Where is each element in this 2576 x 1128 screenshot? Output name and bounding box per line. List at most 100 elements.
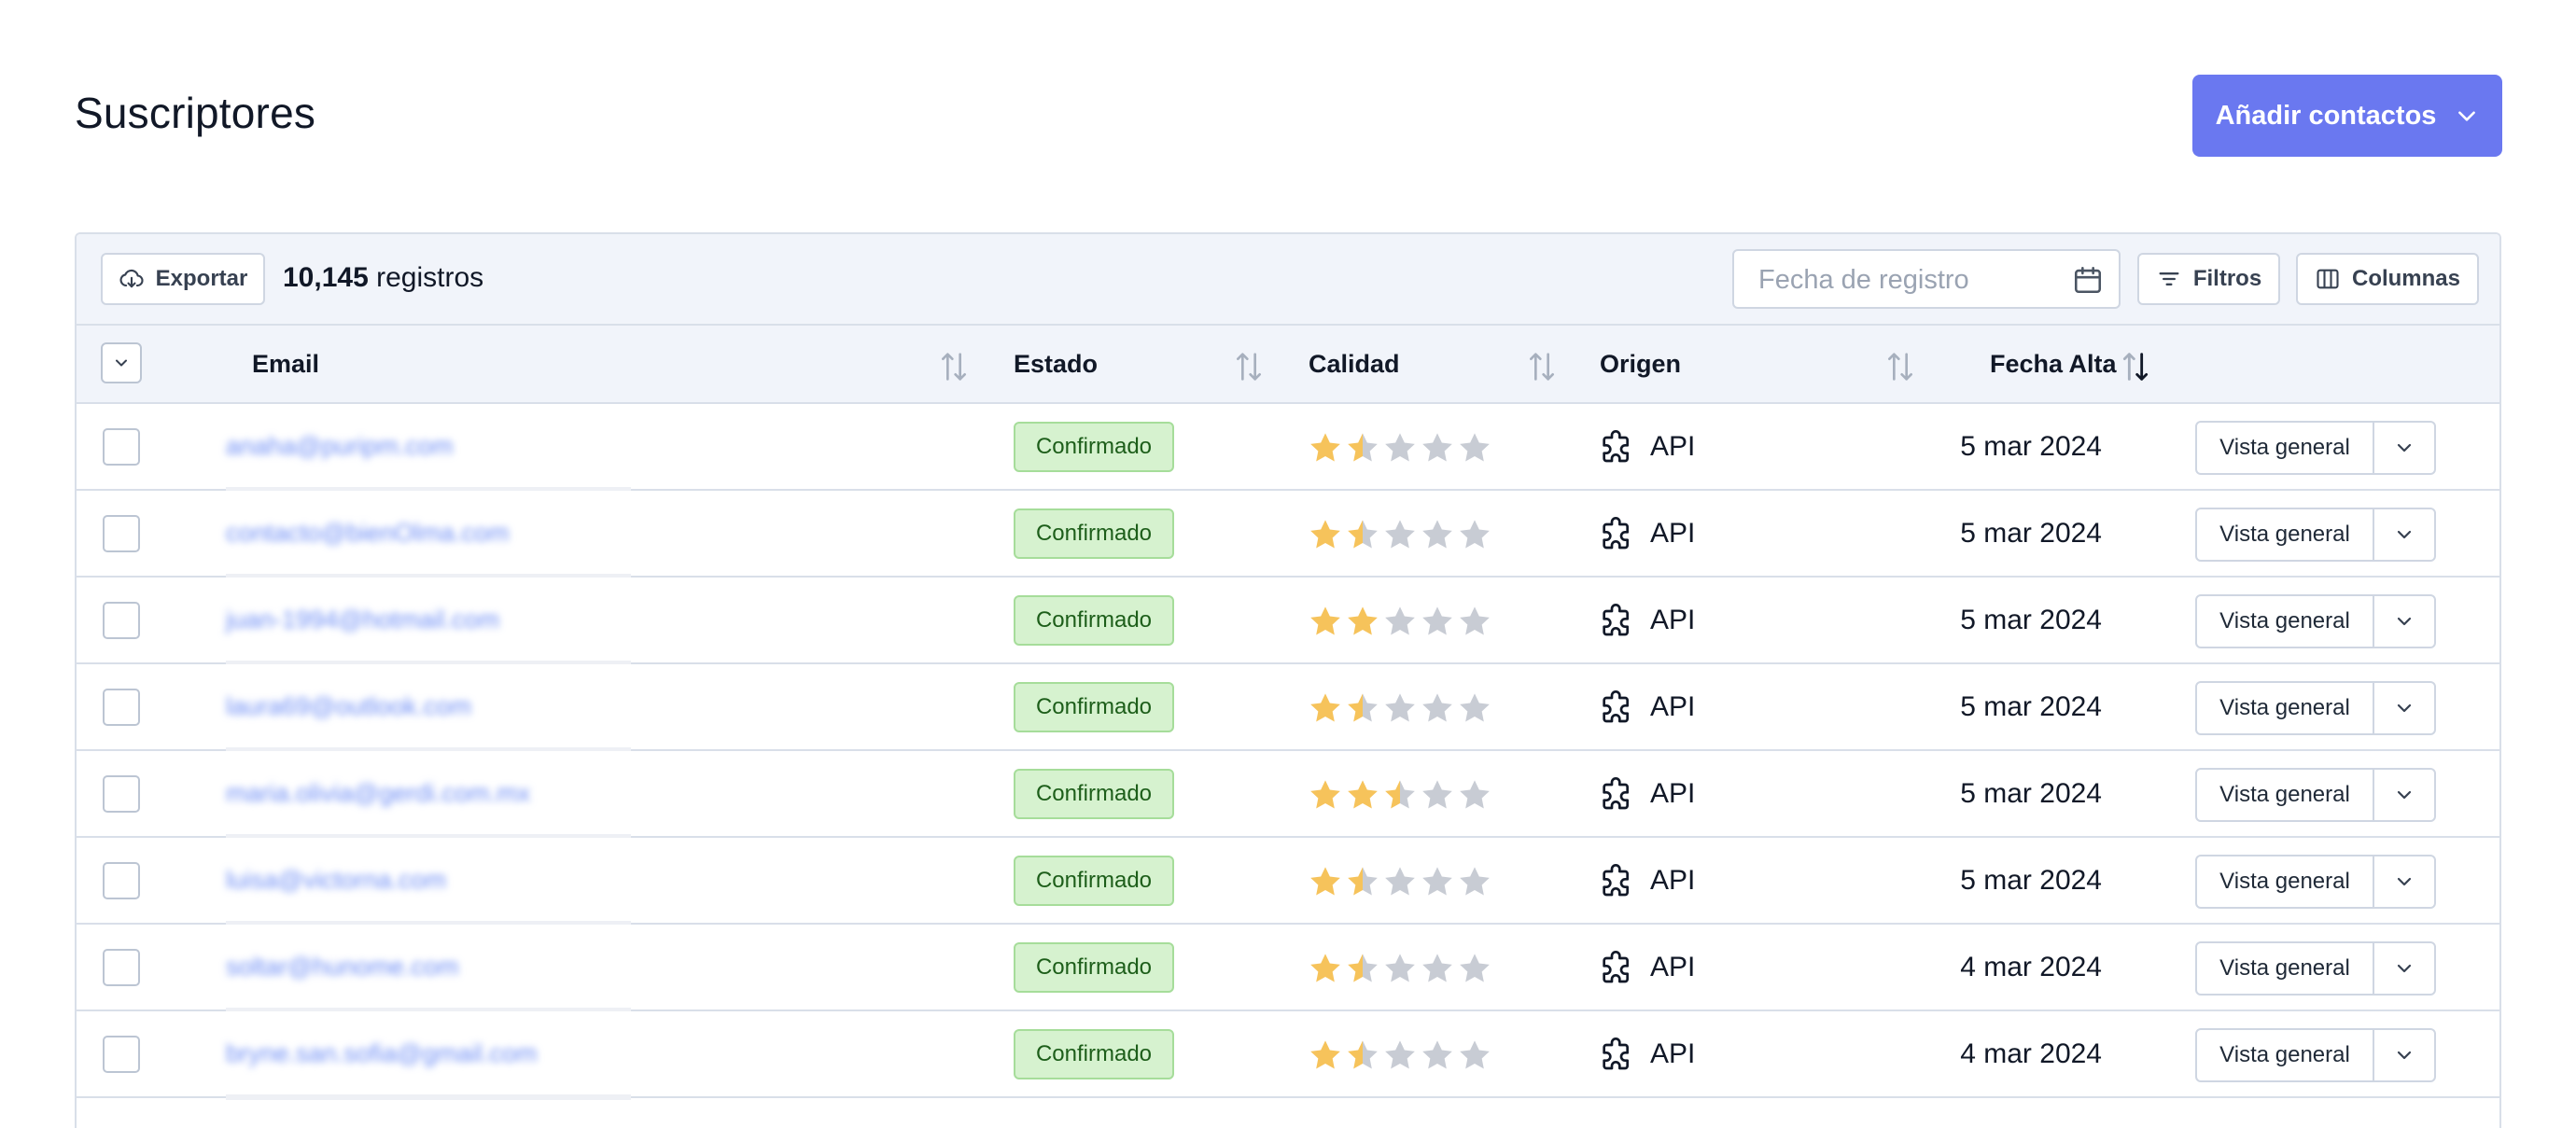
sort-descending-icon[interactable] xyxy=(2117,348,2154,385)
rating-star-icon xyxy=(1422,433,1452,462)
rating-star-icon xyxy=(1422,520,1452,549)
row-actions-dropdown[interactable] xyxy=(2374,856,2434,907)
export-label: Exportar xyxy=(155,266,248,291)
row-checkbox[interactable] xyxy=(103,515,140,552)
columns-button[interactable]: Columnas xyxy=(2296,253,2479,305)
select-all-dropdown[interactable] xyxy=(101,342,142,383)
overview-button[interactable]: Vista general xyxy=(2197,770,2374,820)
column-header-quality[interactable]: Calidad xyxy=(1309,350,1400,379)
table-row[interactable]: laura69@outlook.com Confirmado API 5 mar 20… xyxy=(77,664,2499,753)
column-header-date[interactable]: Fecha Alta xyxy=(1990,350,2117,379)
email-link[interactable]: anaha@puripm.com xyxy=(226,432,454,461)
row-checkbox[interactable] xyxy=(103,1036,140,1073)
rating-star-icon xyxy=(1422,606,1452,635)
row-checkbox[interactable] xyxy=(103,689,140,726)
status-badge: Confirmado xyxy=(1014,682,1174,732)
origin-label: API xyxy=(1650,778,1696,809)
table-header: Email Estado Calidad Origen Fecha Alta xyxy=(77,326,2499,404)
row-actions-dropdown[interactable] xyxy=(2374,596,2434,647)
records-number: 10,145 xyxy=(283,262,369,293)
email-link[interactable]: luisa@victorna.com xyxy=(226,866,446,895)
overview-button[interactable]: Vista general xyxy=(2197,683,2374,733)
rating-star-icon xyxy=(1348,954,1378,982)
row-actions-dropdown[interactable] xyxy=(2374,1030,2434,1080)
overview-button[interactable]: Vista general xyxy=(2197,423,2374,473)
sort-icon[interactable] xyxy=(1523,348,1561,385)
columns-label: Columnas xyxy=(2351,266,2460,291)
table-row[interactable]: luisa@victorna.com Confirmado API 5 mar 202… xyxy=(77,838,2499,926)
email-link[interactable]: juan-1994@hotmail.com xyxy=(226,606,499,634)
column-header-origin[interactable]: Origen xyxy=(1600,350,1681,379)
email-link[interactable]: laura69@outlook.com xyxy=(226,692,471,721)
row-actions-dropdown[interactable] xyxy=(2374,423,2434,473)
rating-star-icon xyxy=(1385,780,1415,809)
row-actions-dropdown[interactable] xyxy=(2374,770,2434,820)
signup-date: 5 mar 2024 xyxy=(1960,778,2102,809)
origin-label: API xyxy=(1650,518,1696,549)
filters-button[interactable]: Filtros xyxy=(2137,253,2280,305)
sort-icon[interactable] xyxy=(935,348,973,385)
subscribers-page: Suscriptores Añadir contactos Exportar 1… xyxy=(0,0,2576,1128)
table-row[interactable]: anaha@puripm.com Confirmado API 5 mar 2024 V… xyxy=(77,404,2499,493)
email-link[interactable]: soltar@hunome.com xyxy=(226,953,459,982)
table-row[interactable]: maria.olivia@gerdi.com.mx Confirmado API 5 … xyxy=(77,751,2499,840)
email-link[interactable]: contacto@bienOlma.com xyxy=(226,519,510,548)
puzzle-icon xyxy=(1603,951,1629,983)
rating-star-icon xyxy=(1310,433,1340,462)
overview-button[interactable]: Vista general xyxy=(2197,596,2374,647)
puzzle-icon xyxy=(1603,430,1629,463)
puzzle-icon xyxy=(1603,1037,1629,1070)
email-link[interactable]: maria.olivia@gerdi.com.mx xyxy=(226,779,530,808)
overview-button[interactable]: Vista general xyxy=(2197,856,2374,907)
row-checkbox[interactable] xyxy=(103,602,140,639)
overview-button[interactable]: Vista general xyxy=(2197,509,2374,560)
records-label: registros xyxy=(376,262,484,293)
row-checkbox[interactable] xyxy=(103,428,140,466)
column-header-status[interactable]: Estado xyxy=(1014,350,1098,379)
overview-button[interactable]: Vista general xyxy=(2197,1030,2374,1080)
puzzle-icon xyxy=(1603,864,1629,897)
status-badge: Confirmado xyxy=(1014,942,1174,993)
row-checkbox[interactable] xyxy=(103,949,140,986)
signup-date: 5 mar 2024 xyxy=(1960,865,2102,896)
rating-star-icon xyxy=(1460,954,1490,982)
rating-star-icon xyxy=(1348,520,1378,549)
rating-star-icon xyxy=(1348,867,1378,896)
origin-label: API xyxy=(1650,1038,1696,1069)
records-count: 10,145 registros xyxy=(283,262,483,294)
subscribers-table: Exportar 10,145 registros Filtros Column… xyxy=(75,232,2501,1128)
registration-date-input[interactable] xyxy=(1757,260,2068,299)
rating-star-icon xyxy=(1385,433,1415,462)
registration-date-field[interactable] xyxy=(1732,249,2121,309)
origin-label: API xyxy=(1650,865,1696,896)
sort-icon[interactable] xyxy=(1882,348,1919,385)
columns-icon xyxy=(2317,269,2339,289)
email-link[interactable]: bryne.san.sofia@gmail.com xyxy=(226,1039,538,1068)
add-contacts-button[interactable]: Añadir contactos xyxy=(2192,75,2502,157)
calendar-icon[interactable] xyxy=(2072,264,2104,296)
status-badge: Confirmado xyxy=(1014,856,1174,906)
table-row[interactable]: bryne.san.sofia@gmail.com Confirmado API 4 … xyxy=(77,1011,2499,1100)
row-checkbox[interactable] xyxy=(103,862,140,899)
overview-button[interactable]: Vista general xyxy=(2197,943,2374,994)
origin-label: API xyxy=(1650,431,1696,462)
row-actions: Vista general xyxy=(2195,421,2436,475)
rating-star-icon xyxy=(1310,520,1340,549)
origin-label: API xyxy=(1650,952,1696,982)
row-checkbox[interactable] xyxy=(103,775,140,813)
chevron-down-icon xyxy=(2397,790,2412,800)
table-row[interactable]: soltar@hunome.com Confirmado API 4 mar 2024… xyxy=(77,925,2499,1013)
quality-rating xyxy=(1310,433,1490,462)
puzzle-icon xyxy=(1603,690,1629,723)
table-row[interactable]: juan-1994@hotmail.com Confirmado API 5 mar … xyxy=(77,578,2499,666)
row-actions-dropdown[interactable] xyxy=(2374,683,2434,733)
column-header-email[interactable]: Email xyxy=(252,350,319,379)
table-row[interactable]: contacto@bienOlma.com Confirmado API 5 mar … xyxy=(77,491,2499,579)
export-button[interactable]: Exportar xyxy=(101,253,265,305)
row-actions-dropdown[interactable] xyxy=(2374,509,2434,560)
row-actions-dropdown[interactable] xyxy=(2374,943,2434,994)
rating-star-icon xyxy=(1422,954,1452,982)
rating-star-icon xyxy=(1310,780,1340,809)
sort-icon[interactable] xyxy=(1230,348,1267,385)
row-actions: Vista general xyxy=(2195,1028,2436,1082)
